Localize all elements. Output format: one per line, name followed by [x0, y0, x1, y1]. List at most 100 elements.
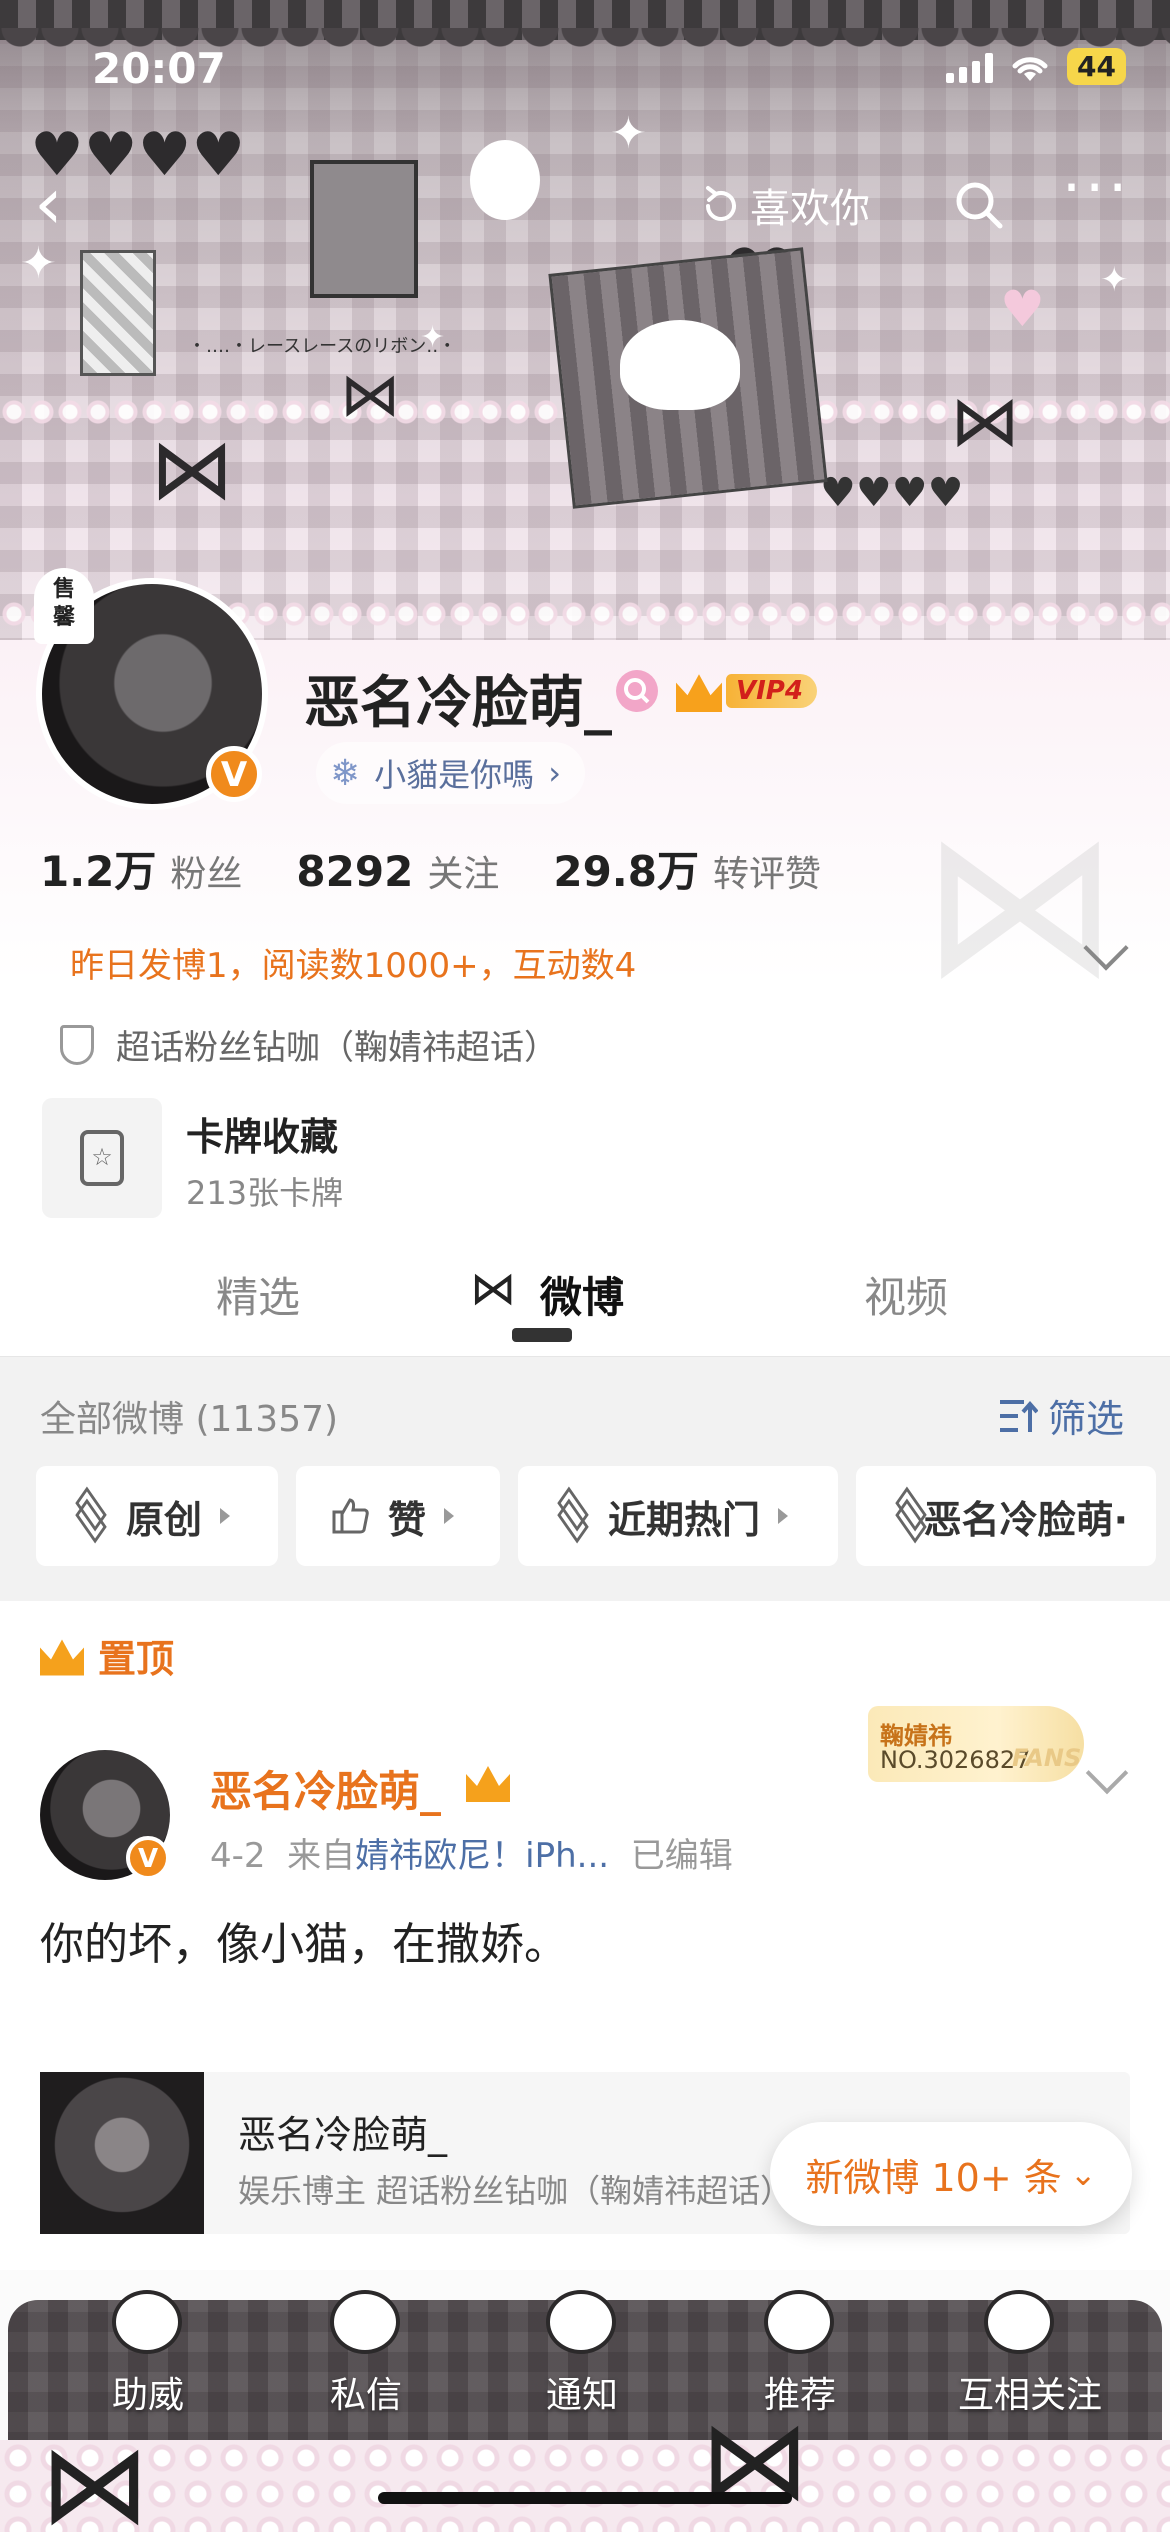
ribbon-bow-icon: ⋈: [40, 2420, 150, 2548]
card-collection-count: 213张卡牌: [186, 1174, 344, 1212]
post-meta: 4-2 来自婧祎欧尼！iPh... 已编辑: [210, 1828, 733, 1877]
profile-banner: ♥♥♥♥ ♥ ♥ ♥♥♥♥ ⋈ ⋈ ⋈ ✦ ✦ ✦ ✦ ・‥‥・レースレースのリ…: [0, 0, 1170, 660]
chip-likes[interactable]: 赞: [296, 1466, 500, 1566]
card-collection-title[interactable]: 卡牌收藏: [186, 1106, 338, 1161]
bottom-tab-cheer[interactable]: 助威: [78, 2366, 218, 2418]
tab-featured[interactable]: 精选: [216, 1264, 300, 1325]
profile-name: 恶名冷脸萌_: [304, 671, 612, 736]
post-text: 你的坏，像小猫，在撒娇。: [40, 1919, 568, 1970]
double-chevron-down-icon: ⌄: [1069, 2155, 1097, 2193]
bottom-lace-decoration: [0, 2440, 1170, 2532]
heart-icon: ♥: [1000, 280, 1045, 338]
verified-badge: V: [126, 1836, 170, 1880]
filter-label: 筛选: [1048, 1397, 1125, 1441]
recommend-icon: [764, 2290, 834, 2354]
stat-number: 8292: [296, 847, 414, 896]
sparkle-icon: ✦: [610, 108, 647, 159]
status-icons: 44: [946, 48, 1126, 85]
chip-label: 原创: [126, 1497, 203, 1542]
card-star-icon: ☆: [80, 1130, 124, 1186]
vip-badge[interactable]: VIP4: [676, 668, 817, 714]
new-posts-button[interactable]: 新微博 10+ 条 ⌄: [770, 2122, 1132, 2226]
cellular-signal-icon: [946, 51, 994, 83]
chevron-down-icon[interactable]: [1085, 1751, 1129, 1795]
more-icon[interactable]: ···: [1062, 158, 1131, 218]
fan-badge-tag: FANS: [1012, 1744, 1082, 1772]
message-icon: [330, 2290, 400, 2354]
card-illustration: [80, 250, 156, 376]
vip-label: VIP4: [726, 674, 817, 708]
heart-icon: ♥♥♥♥: [820, 470, 964, 516]
active-tab-indicator: [512, 1328, 572, 1342]
ribbon-bow-icon: ⋈: [150, 420, 234, 518]
stat-following[interactable]: 8292 关注: [296, 845, 499, 897]
layers-icon: [72, 1499, 108, 1533]
card-collection-icon-box[interactable]: ☆: [42, 1098, 162, 1218]
search-icon[interactable]: [954, 180, 1004, 230]
top-nav: ‹ 喜欢你 ···: [0, 158, 1170, 248]
filter-chips: 原创 赞 近期热门 恶名冷脸萌·: [36, 1466, 1156, 1566]
all-posts-count: 全部微博 (11357): [40, 1399, 339, 1440]
sparkle-icon: ✦: [1100, 260, 1129, 300]
chip-original[interactable]: 原创: [36, 1466, 278, 1566]
post-from-prefix: 来自: [287, 1836, 356, 1876]
post-date: 4-2: [210, 1836, 266, 1876]
chip-label: 赞: [388, 1497, 427, 1542]
ribbon-bow-icon: ⋈: [920, 788, 1120, 1021]
stat-fans[interactable]: 1.2万 粉丝: [40, 838, 242, 899]
caret-right-icon: [220, 1508, 231, 1524]
stat-number: 1.2万: [40, 847, 157, 896]
tab-weibo[interactable]: 微博: [540, 1264, 624, 1325]
bunny-illustration: [620, 320, 740, 410]
chip-label: 恶名冷脸萌·: [923, 1497, 1128, 1542]
wifi-icon: [1012, 56, 1048, 81]
caret-right-icon: [778, 1508, 789, 1524]
refresh-icon: [706, 186, 736, 221]
sale-tag: 售 馨: [34, 568, 94, 644]
new-posts-label: 新微博 10+ 条: [805, 2155, 1062, 2200]
status-time: 20:07: [92, 44, 226, 93]
shield-icon: [60, 1024, 94, 1065]
ribbon-bow-icon: ⋈: [340, 360, 400, 430]
ribbon-bow-icon: ⋈: [470, 1261, 516, 1315]
mutual-follow-icon: [984, 2290, 1054, 2354]
stat-label: 粉丝: [170, 854, 243, 895]
fan-group-label: 超话粉丝钻咖（鞠婧祎超话）: [116, 1028, 558, 1068]
notification-icon: [546, 2290, 616, 2354]
chip-label: 近期热门: [608, 1497, 761, 1542]
post-source-link[interactable]: 婧祎欧尼！iPh...: [355, 1836, 609, 1876]
post-author-name[interactable]: 恶名冷脸萌_: [210, 1758, 441, 1819]
repost-name: 恶名冷脸萌_: [238, 2113, 448, 2157]
tab-video[interactable]: 视频: [864, 1264, 948, 1325]
bottom-tab-notifications[interactable]: 通知: [512, 2366, 652, 2418]
chevron-right-icon: ›: [548, 754, 561, 792]
chip-trending[interactable]: 近期热门: [518, 1466, 838, 1566]
repost-thumbnail: [40, 2072, 204, 2234]
back-icon[interactable]: ‹: [34, 167, 94, 239]
like-you-button[interactable]: 喜欢你: [700, 176, 870, 234]
filter-icon: [1000, 1399, 1038, 1432]
chip-user[interactable]: 恶名冷脸萌·: [856, 1466, 1156, 1566]
bottom-tab-recommend[interactable]: 推荐: [730, 2366, 870, 2418]
stat-number: 29.8万: [553, 847, 699, 896]
post-edited-label: 已编辑: [630, 1836, 733, 1876]
crown-icon: [676, 674, 722, 712]
fan-badge-number: NO.3026827: [880, 1746, 1031, 1774]
profile-title-chip[interactable]: ❄ 小貓是你嗎 ›: [316, 742, 585, 804]
ribbon-bow-icon: ⋈: [950, 380, 1020, 462]
home-indicator[interactable]: [378, 2492, 792, 2504]
super-topic-icon[interactable]: [616, 670, 658, 712]
fan-group-line[interactable]: 超话粉丝钻咖（鞠婧祎超话）: [60, 1020, 558, 1069]
pinned-label: 置顶: [40, 1628, 174, 1683]
thumbs-up-icon: [332, 1498, 369, 1534]
stat-interactions[interactable]: 29.8万 转评赞: [553, 838, 821, 899]
bottom-tab-messages[interactable]: 私信: [296, 2366, 436, 2418]
caret-right-icon: [444, 1508, 455, 1524]
like-you-label: 喜欢你: [750, 186, 870, 232]
bottom-tab-mutual[interactable]: 互相关注: [950, 2366, 1110, 2418]
profile-stats: 1.2万 粉丝 8292 关注 29.8万 转评赞: [40, 838, 875, 899]
crown-icon: [40, 1639, 84, 1676]
battery-indicator: 44: [1067, 48, 1126, 85]
stat-label: 转评赞: [712, 854, 821, 895]
filter-button[interactable]: 筛选: [998, 1388, 1124, 1443]
